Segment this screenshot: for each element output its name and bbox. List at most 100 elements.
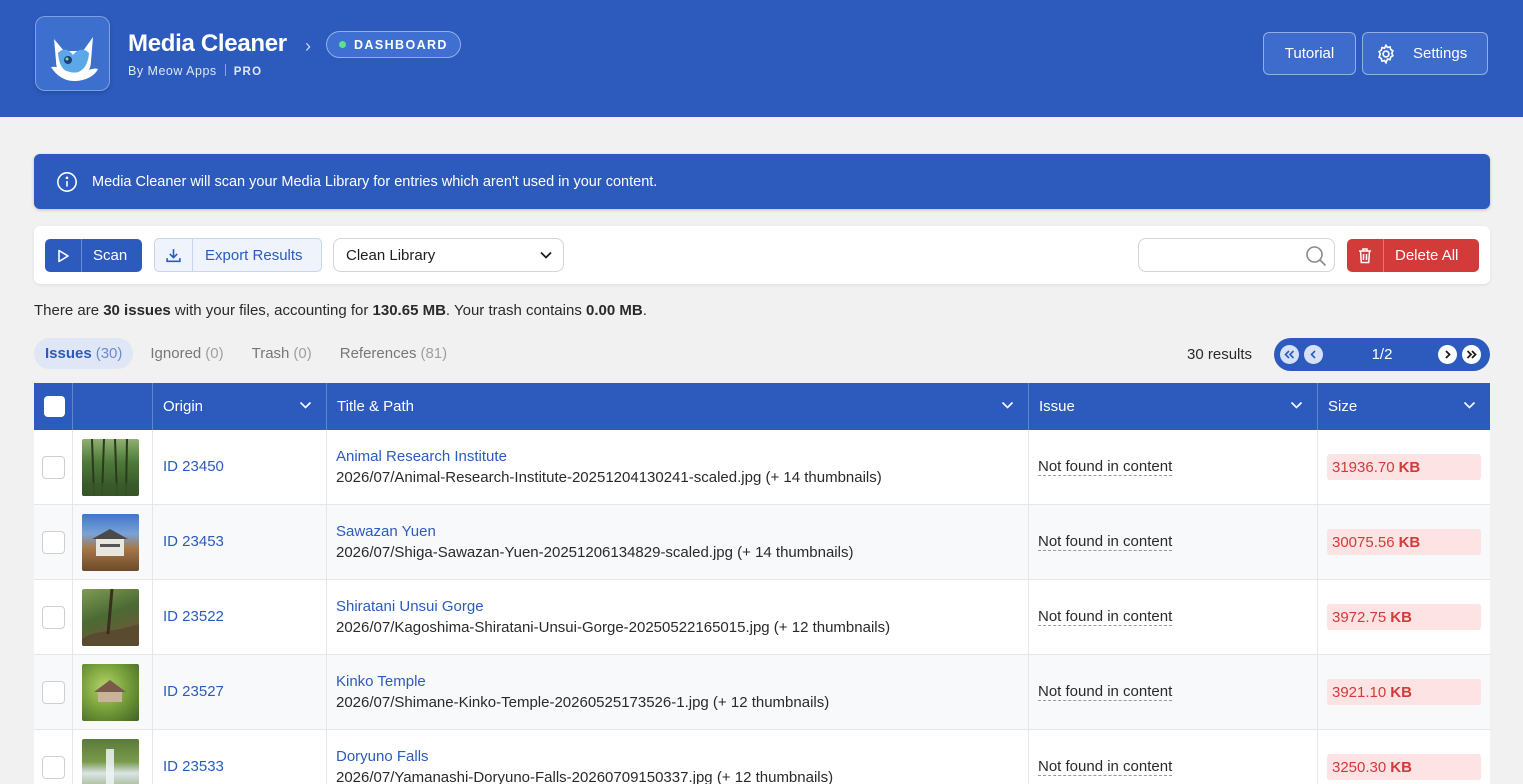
media-thumbnail[interactable] [82, 589, 139, 646]
table-row: ID 23450 Animal Research Institute 2026/… [34, 430, 1490, 505]
size-unit: KB [1390, 683, 1412, 701]
origin-id-link[interactable]: ID 23533 [163, 758, 224, 775]
table-header: Origin Title & Path Issue Size [34, 383, 1490, 430]
chevron-down-icon[interactable] [1001, 401, 1014, 410]
origin-id-link[interactable]: ID 23527 [163, 683, 224, 700]
delete-all-label: Delete All [1395, 247, 1459, 264]
chevron-down-icon[interactable] [1290, 401, 1303, 410]
chevron-down-icon[interactable] [299, 401, 312, 410]
export-results-button[interactable]: Export Results [154, 238, 322, 272]
size-unit: KB [1390, 758, 1412, 776]
media-issues-table: Origin Title & Path Issue Size ID 23450 … [34, 383, 1490, 784]
column-label: Size [1328, 398, 1358, 415]
table-row: ID 23527 Kinko Temple 2026/07/Shimane-Ki… [34, 655, 1490, 730]
column-header-origin[interactable]: Origin [153, 383, 327, 430]
row-checkbox[interactable] [42, 456, 65, 479]
search-icon[interactable] [1304, 244, 1328, 268]
media-thumbnail[interactable] [82, 514, 139, 571]
select-all-checkbox[interactable] [44, 396, 65, 417]
table-row: ID 23522 Shiratani Unsui Gorge 2026/07/K… [34, 580, 1490, 655]
summary-mid: with your files, accounting for [170, 302, 373, 319]
row-checkbox[interactable] [42, 756, 65, 779]
trash-icon [1359, 248, 1371, 264]
issue-cell: Not found in content [1029, 430, 1318, 505]
column-header-size[interactable]: Size [1318, 383, 1490, 430]
scan-button[interactable]: Scan [45, 239, 142, 272]
chevron-down-icon [540, 251, 552, 259]
media-thumbnail[interactable] [82, 664, 139, 721]
media-title-link[interactable]: Shiratani Unsui Gorge [336, 598, 484, 615]
media-title-link[interactable]: Sawazan Yuen [336, 523, 436, 540]
media-thumbnail[interactable] [82, 439, 139, 496]
origin-cell: ID 23533 [153, 730, 327, 784]
issue-cell: Not found in content [1029, 655, 1318, 730]
export-results-label: Export Results [205, 246, 303, 264]
size-unit: KB [1398, 458, 1421, 476]
thumbnail-cell [73, 730, 153, 784]
tab-count: (30) [95, 345, 123, 362]
title-path-cell: Sawazan Yuen 2026/07/Shiga-Sawazan-Yuen-… [327, 505, 1029, 580]
table-row: ID 23533 Doryuno Falls 2026/07/Yamanashi… [34, 730, 1490, 784]
tab-trash[interactable]: Trash (0) [241, 338, 323, 369]
title-path-cell: Shiratani Unsui Gorge 2026/07/Kagoshima-… [327, 580, 1029, 655]
thumbnail-column-header [73, 383, 153, 430]
summary-issue-count: 30 issues [103, 302, 171, 319]
issue-label: Not found in content [1038, 458, 1173, 476]
media-title-link[interactable]: Doryuno Falls [336, 748, 429, 765]
scan-button-label: Scan [93, 247, 128, 264]
row-checkbox[interactable] [42, 681, 65, 704]
cat-logo-icon[interactable] [35, 16, 110, 91]
row-select-cell [34, 505, 73, 580]
last-page-icon[interactable] [1462, 345, 1481, 364]
vendor-label: By Meow Apps [128, 64, 217, 78]
next-page-icon[interactable] [1438, 345, 1457, 364]
search-input[interactable] [1138, 238, 1335, 272]
origin-id-link[interactable]: ID 23453 [163, 533, 224, 550]
filter-tabs: Issues (30) Ignored (0) Trash (0) Reference… [34, 338, 464, 369]
issue-cell: Not found in content [1029, 730, 1318, 784]
issue-cell: Not found in content [1029, 580, 1318, 655]
dashboard-badge[interactable]: DASHBOARD [326, 31, 461, 58]
table-row: ID 23453 Sawazan Yuen 2026/07/Shiga-Sawa… [34, 505, 1490, 580]
origin-cell: ID 23527 [153, 655, 327, 730]
app-title: Media Cleaner [128, 30, 287, 57]
media-title-link[interactable]: Animal Research Institute [336, 448, 507, 465]
summary-prefix: There are [34, 302, 104, 319]
row-checkbox[interactable] [42, 531, 65, 554]
tab-ignored[interactable]: Ignored (0) [139, 338, 234, 369]
tutorial-button[interactable]: Tutorial [1263, 32, 1356, 75]
status-dot-icon [339, 41, 346, 48]
select-all-header [34, 383, 73, 430]
toolbar: Scan Export Results Clean Library Delete… [34, 226, 1490, 284]
column-header-issue[interactable]: Issue [1029, 383, 1318, 430]
origin-id-link[interactable]: ID 23450 [163, 458, 224, 475]
results-count: 30 results [1187, 346, 1253, 363]
thumbnail-cell [73, 580, 153, 655]
media-thumbnail[interactable] [82, 739, 139, 784]
page-indicator: 1/2 [1371, 346, 1393, 363]
delete-all-button[interactable]: Delete All [1347, 239, 1479, 272]
size-cell: 3921.10 KB [1318, 655, 1490, 730]
tab-issues[interactable]: Issues (30) [34, 338, 134, 369]
size-badge: 31936.70 KB [1327, 454, 1481, 480]
chevron-down-icon[interactable] [1463, 401, 1476, 410]
tab-count: (0) [205, 345, 224, 362]
size-badge: 3921.10 KB [1327, 679, 1481, 705]
edition-label: PRO [233, 66, 263, 78]
summary-trash-size: 0.00 MB [586, 302, 643, 319]
origin-id-link[interactable]: ID 23522 [163, 608, 224, 625]
media-title-link[interactable]: Kinko Temple [336, 673, 426, 690]
column-header-title-path[interactable]: Title & Path [327, 383, 1029, 430]
column-label: Origin [163, 398, 204, 415]
row-select-cell [34, 730, 73, 784]
issue-label: Not found in content [1038, 533, 1173, 551]
tab-references[interactable]: References (81) [329, 338, 458, 369]
issue-label: Not found in content [1038, 608, 1173, 626]
gear-icon [1378, 43, 1394, 64]
clean-mode-select[interactable]: Clean Library [333, 238, 564, 272]
settings-button[interactable]: Settings [1362, 32, 1488, 75]
row-checkbox[interactable] [42, 606, 65, 629]
size-badge: 30075.56 KB [1327, 529, 1481, 555]
size-badge: 3250.30 KB [1327, 754, 1481, 780]
title-path-cell: Kinko Temple 2026/07/Shimane-Kinko-Templ… [327, 655, 1029, 730]
